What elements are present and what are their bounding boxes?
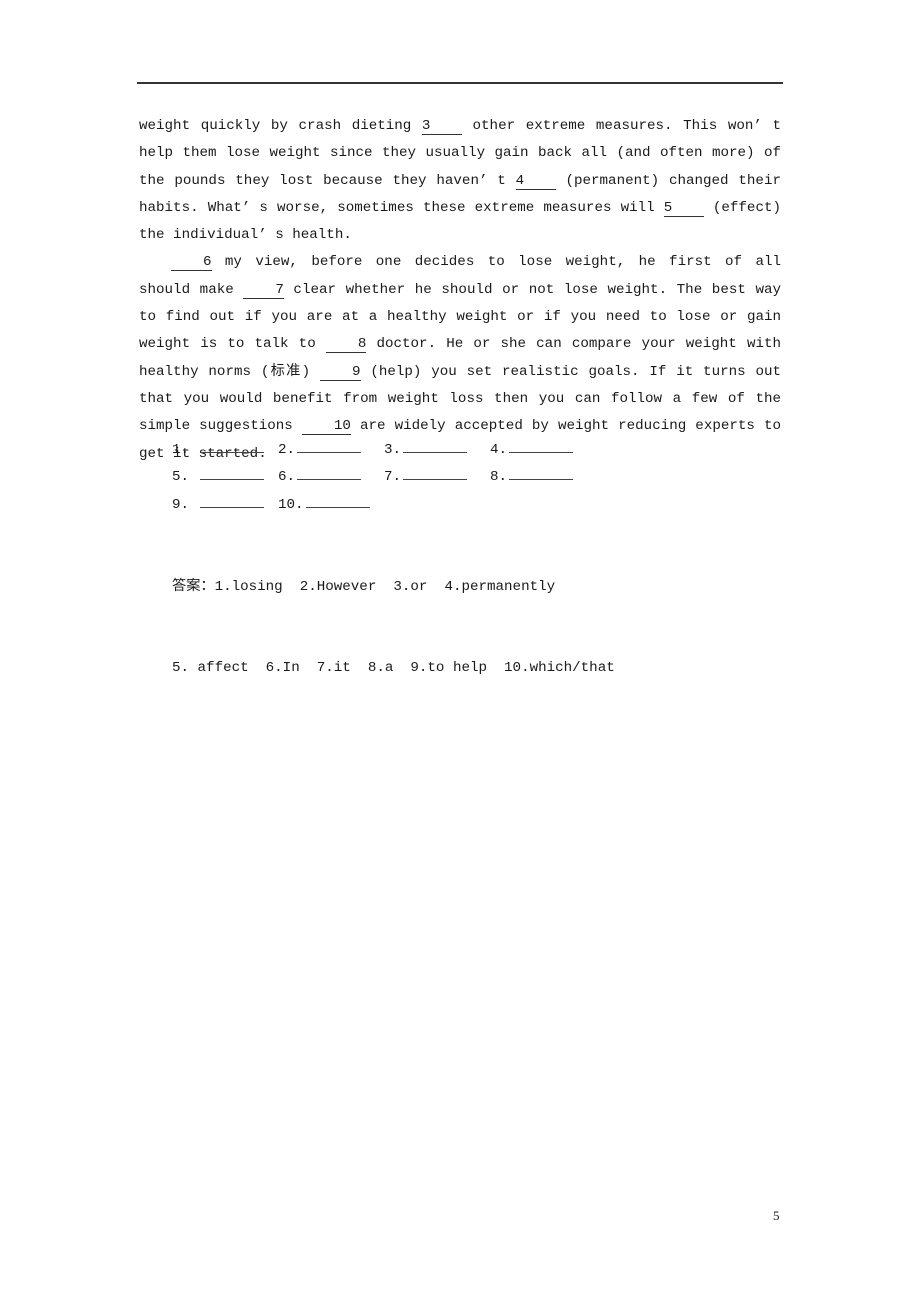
- question-item: 10.: [278, 492, 384, 519]
- question-item: 8.: [490, 464, 596, 491]
- question-number: 10.: [278, 496, 304, 513]
- answer-line[interactable]: [403, 437, 468, 453]
- passage-paragraph: weight quickly by crash dieting 3 other …: [139, 113, 781, 249]
- question-number: 6.: [278, 469, 296, 486]
- question-row: 9. 10.: [172, 492, 596, 519]
- question-number: 7.: [384, 469, 402, 486]
- question-number: 3.: [384, 442, 402, 458]
- question-item: 6.: [278, 464, 384, 491]
- question-item: 7.: [384, 464, 490, 491]
- cloze-blank-3: 3: [421, 118, 462, 135]
- answer-blanks-grid: 1. 2. 3. 4. 5. 6. 7. 8. 9. 10.: [172, 437, 596, 519]
- question-number: 1.: [172, 442, 198, 458]
- answer-line[interactable]: [403, 464, 468, 481]
- cloze-blank-10: 10: [301, 418, 351, 436]
- answer-line[interactable]: [297, 437, 362, 453]
- header-rule: [137, 82, 783, 84]
- question-row: 1. 2. 3. 4.: [172, 437, 596, 464]
- answer-line[interactable]: [305, 492, 370, 508]
- cloze-passage: weight quickly by crash dieting 3 other …: [139, 113, 781, 468]
- question-number: 2.: [278, 442, 296, 458]
- answer-key-line-1: 答案：1.losing 2.However 3.or 4.permanently: [172, 578, 556, 595]
- answer-key: 答案：1.losing 2.However 3.or 4.permanently…: [172, 519, 615, 710]
- answer-line[interactable]: [199, 492, 264, 508]
- cloze-blank-9: 9: [320, 364, 361, 381]
- question-row: 5. 6. 7. 8.: [172, 464, 596, 491]
- question-number: 5.: [172, 469, 198, 486]
- passage-paragraph: 6 my view, before one decides to lose we…: [139, 249, 781, 467]
- cloze-blank-4: 4: [515, 173, 556, 190]
- answer-key-line-2: 5. affect 6.In 7.it 8.a 9.to help 10.whi…: [172, 660, 615, 677]
- question-item: 5.: [172, 464, 278, 491]
- question-number: 9.: [172, 496, 198, 513]
- question-item: 4.: [490, 437, 596, 464]
- cloze-blank-6: 6: [171, 254, 212, 272]
- question-item: 1.: [172, 437, 278, 464]
- answer-line[interactable]: [509, 464, 574, 481]
- answer-line[interactable]: [297, 464, 362, 481]
- answer-line[interactable]: [199, 464, 264, 481]
- cloze-blank-8: 8: [325, 336, 367, 354]
- question-item: 9.: [172, 492, 278, 519]
- question-item: 2.: [278, 437, 384, 464]
- answer-line[interactable]: [199, 437, 264, 453]
- question-item: 3.: [384, 437, 490, 464]
- answer-line[interactable]: [509, 437, 574, 453]
- cloze-blank-5: 5: [663, 200, 704, 217]
- question-number: 8.: [490, 469, 508, 486]
- question-number: 4.: [490, 442, 508, 458]
- page-number: 5: [773, 1208, 780, 1223]
- passage-text: weight quickly by crash dieting: [139, 118, 422, 134]
- cloze-blank-7: 7: [243, 282, 284, 299]
